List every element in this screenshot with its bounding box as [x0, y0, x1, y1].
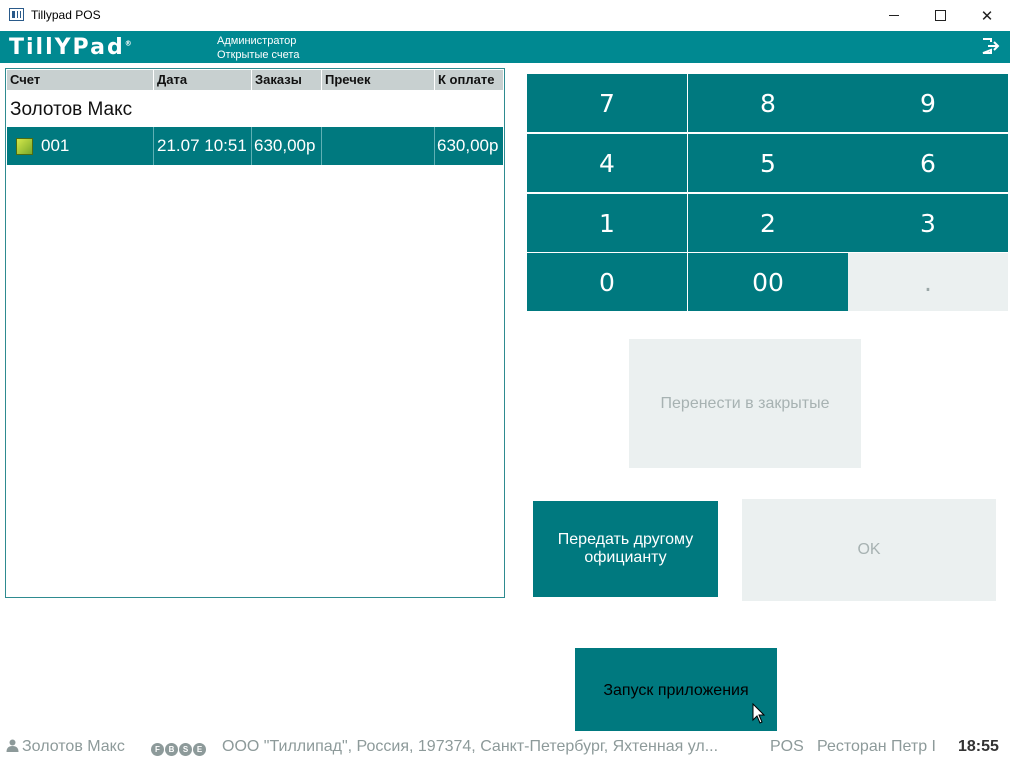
- minimize-icon: [889, 15, 899, 16]
- status-bar: Золотов Макс FBSE ООО "Тиллипад", Россия…: [0, 731, 1010, 761]
- ok-button[interactable]: OK: [742, 499, 996, 601]
- table-header: Счет Дата Заказы Пречек К оплате: [7, 70, 503, 90]
- app-header: TillYPad® Администратор Открытые счета: [0, 31, 1010, 63]
- close-icon: ✕: [980, 6, 994, 25]
- key-3[interactable]: 3: [848, 194, 1008, 252]
- key-5[interactable]: 5: [688, 134, 848, 192]
- cell-orders: 630,00р: [252, 127, 322, 165]
- badge-s-icon: S: [179, 743, 192, 756]
- transfer-to-waiter-button[interactable]: Передать другому официанту: [533, 501, 718, 597]
- status-organization: ООО "Тиллипад", Россия, 197374, Санкт-Пе…: [222, 738, 719, 755]
- launch-app-button[interactable]: Запуск приложения: [575, 648, 777, 734]
- logo-text: TillYPad: [9, 35, 125, 60]
- close-button[interactable]: ✕: [964, 0, 1010, 31]
- key-4[interactable]: 4: [527, 134, 687, 192]
- column-header-orders[interactable]: Заказы: [252, 70, 322, 90]
- key-1[interactable]: 1: [527, 194, 687, 252]
- logout-icon[interactable]: [982, 38, 1000, 54]
- key-2[interactable]: 2: [688, 194, 848, 252]
- badge-e-icon: E: [193, 743, 206, 756]
- status-restaurant: Ресторан Петр I: [817, 738, 936, 755]
- status-square-icon: [16, 138, 33, 155]
- column-header-date[interactable]: Дата: [154, 70, 252, 90]
- badge-f-icon: F: [151, 743, 164, 756]
- status-terminal: POS: [770, 738, 804, 755]
- key-7[interactable]: 7: [527, 74, 687, 132]
- header-user: Администратор: [217, 35, 297, 47]
- logo-mark: ®: [124, 39, 132, 48]
- key-9[interactable]: 9: [848, 74, 1008, 132]
- maximize-button[interactable]: [917, 0, 963, 31]
- table-row[interactable]: 001 21.07 10:51 630,00р 630,00р: [7, 127, 503, 165]
- user-icon: [6, 739, 19, 752]
- key-00[interactable]: 00: [688, 253, 848, 311]
- cell-precheck: [322, 127, 435, 165]
- column-header-precheck[interactable]: Пречек: [322, 70, 435, 90]
- accounts-table: Счет Дата Заказы Пречек К оплате Золотов…: [5, 68, 505, 598]
- minimize-button[interactable]: [871, 0, 917, 31]
- waiter-group-title: Золотов Макс: [10, 99, 133, 120]
- status-badges: FBSE: [151, 739, 207, 757]
- app-icon: [9, 8, 24, 21]
- cell-date: 21.07 10:51: [154, 127, 252, 165]
- cell-account: 001: [7, 127, 154, 165]
- cell-to-pay: 630,00р: [437, 136, 499, 155]
- column-header-to-pay[interactable]: К оплате: [435, 70, 503, 90]
- status-user: Золотов Макс: [22, 738, 125, 755]
- mouse-cursor-icon: [752, 703, 766, 724]
- move-to-closed-button[interactable]: Перенести в закрытые: [629, 339, 861, 468]
- status-time: 18:55: [958, 738, 999, 755]
- column-header-account[interactable]: Счет: [7, 70, 154, 90]
- account-number: 001: [41, 136, 70, 155]
- window-title: Tillypad POS: [31, 8, 101, 22]
- key-8[interactable]: 8: [688, 74, 848, 132]
- key-decimal[interactable]: .: [848, 253, 1008, 311]
- tillypad-logo: TillYPad®: [9, 35, 132, 60]
- window-titlebar[interactable]: Tillypad POS ✕: [0, 0, 1010, 31]
- maximize-icon: [934, 10, 946, 21]
- header-subtitle: Открытые счета: [217, 49, 300, 61]
- key-0[interactable]: 0: [527, 253, 687, 311]
- badge-b-icon: B: [165, 743, 178, 756]
- key-6[interactable]: 6: [848, 134, 1008, 192]
